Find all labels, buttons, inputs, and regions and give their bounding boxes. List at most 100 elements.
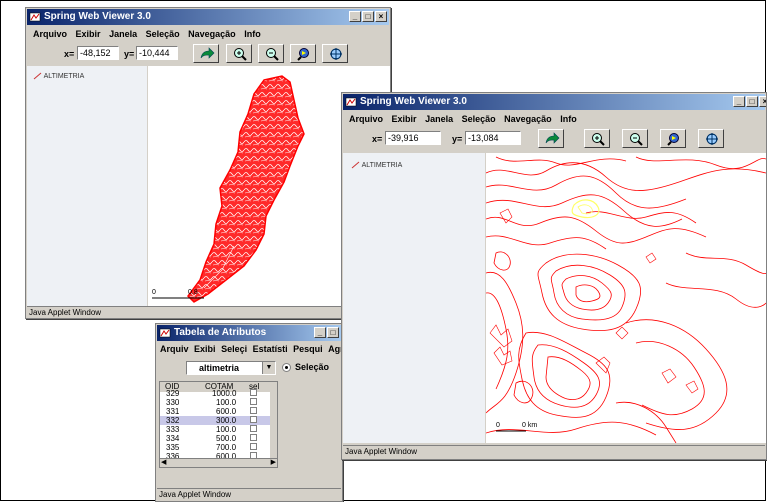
spring-viewer-window-2: Spring Web Viewer 3.0 _ □ × Arquivo Exib… [341,92,767,460]
cell-cotam: 100.0 [216,425,237,434]
maximize-button[interactable]: □ [362,11,374,22]
close-button[interactable]: × [759,96,766,107]
menu-selecao[interactable]: Seleçi [221,344,247,354]
fit-extent-button[interactable] [698,129,724,148]
cell-oid: 334 [166,434,180,443]
cell-cotam: 700.0 [216,443,237,452]
row-checkbox[interactable] [250,443,257,450]
menu-estatistica[interactable]: Estatísti [253,344,288,354]
pan-button[interactable] [290,44,316,63]
table-row-selected[interactable]: 332 300.0 [160,416,277,425]
title-bar[interactable]: Spring Web Viewer 3.0 _ □ × [343,94,766,110]
selected-contour [571,199,600,219]
cell-cotam: 300.0 [216,416,237,425]
row-checkbox[interactable] [250,434,257,441]
maximize-button[interactable]: □ [327,327,339,338]
cell-oid: 335 [166,443,180,452]
y-coordinate-field[interactable]: -13,084 [465,131,521,145]
go-button[interactable] [193,44,219,63]
menu-selecao[interactable]: Seleção [146,29,180,39]
cell-cotam: 500.0 [216,434,237,443]
title-bar[interactable]: Tabela de Atributos _ □ [157,325,341,341]
status-bar: Java Applet Window [157,488,341,501]
forward-arrow-icon [545,132,560,144]
zoom-out-icon [266,48,279,61]
row-checkbox[interactable] [250,425,257,432]
coordinate-toolbar: x= -39,916 y= -13,084 [342,128,766,150]
layer-item-altimetria[interactable]: ALTIMETRIA [33,72,84,80]
menu-bar: Arquivo Exibir Janela Seleção Navegação … [27,26,389,42]
maximize-button[interactable]: □ [746,96,758,107]
menu-exibir[interactable]: Exibir [392,114,417,124]
menu-janela[interactable]: Janela [425,114,453,124]
line-layer-icon [351,161,360,169]
table-row[interactable]: 335 700.0 [160,443,277,452]
cell-oid: 332 [166,416,180,425]
cell-oid: 331 [166,407,180,416]
table-row[interactable]: 331 600.0 [160,407,277,416]
zoom-out-button[interactable] [622,129,648,148]
selection-radio[interactable] [282,363,291,372]
menu-info[interactable]: Info [244,29,261,39]
menu-exibir[interactable]: Exibir [76,29,101,39]
coordinate-toolbar: x= -48,152 y= -10,444 [26,43,390,65]
scale-bar-zero: 0 [496,422,500,429]
pan-button[interactable] [660,129,686,148]
status-bar: Java Applet Window [27,306,389,318]
menu-pesquisa[interactable]: Pesqui [293,344,323,354]
menu-bar: Arquiv Exibi Seleçi Estatísti Pesqui Agr… [157,342,342,356]
close-button[interactable]: × [375,11,387,22]
spring-viewer-window-1: Spring Web Viewer 3.0 _ □ × Arquivo Exib… [25,7,391,319]
app-icon [345,97,357,107]
scroll-left-icon[interactable]: ◀ [161,458,166,466]
menu-exibir[interactable]: Exibi [194,344,216,354]
zoom-out-icon [630,133,643,146]
cell-cotam: 1000.0 [212,389,237,398]
minimize-button[interactable]: _ [349,11,361,22]
layer-item-altimetria[interactable]: ALTIMETRIA [351,161,402,169]
title-bar[interactable]: Spring Web Viewer 3.0 _ □ × [27,9,389,25]
row-checkbox[interactable] [250,407,257,414]
scroll-right-icon[interactable]: ▶ [271,458,276,466]
menu-navegacao[interactable]: Navegação [188,29,236,39]
x-coordinate-field[interactable]: -48,152 [77,46,119,60]
zoom-in-button[interactable] [226,44,252,63]
menu-arquivo[interactable]: Arquivo [33,29,67,39]
minimize-button[interactable]: _ [314,327,326,338]
table-row[interactable]: 333 100.0 [160,425,277,434]
zoom-in-button[interactable] [584,129,610,148]
menu-selecao[interactable]: Seleção [462,114,496,124]
row-checkbox[interactable] [250,389,257,396]
cell-cotam: 600.0 [216,407,237,416]
table-row[interactable]: 329 1000.0 [160,389,277,398]
layer-select[interactable]: altimetria ▼ [186,361,276,375]
menu-arquivo[interactable]: Arquivo [349,114,383,124]
table-row[interactable]: 334 500.0 [160,434,277,443]
row-checkbox[interactable] [250,398,257,405]
x-label: x= [372,134,383,144]
go-button[interactable] [538,129,564,148]
table-row[interactable]: 330 100.0 [160,398,277,407]
x-coordinate-field[interactable]: -39,916 [385,131,441,145]
app-icon [29,12,41,22]
horizontal-scrollbar[interactable]: ◀ ▶ [160,458,277,467]
row-checkbox[interactable] [250,416,257,423]
window-title: Spring Web Viewer 3.0 [360,96,467,107]
map-canvas[interactable]: 0 0 km [486,153,766,443]
pan-icon [667,133,679,146]
fit-extent-button[interactable] [322,44,348,63]
scale-bar-label: 0.8 [188,289,198,296]
menu-info[interactable]: Info [560,114,577,124]
menu-arquivo[interactable]: Arquiv [160,344,189,354]
menu-navegacao[interactable]: Navegação [504,114,552,124]
menu-janela[interactable]: Janela [109,29,137,39]
attribute-table: OID COTAM sel 329 1000.0 330 100.0 331 600.… [159,381,278,468]
minimize-button[interactable]: _ [733,96,745,107]
chevron-down-icon[interactable]: ▼ [262,362,275,374]
fit-extent-icon [706,133,718,145]
attribute-table-window: Tabela de Atributos _ □ Arquiv Exibi Sel… [155,323,343,502]
layers-panel: ALTIMETRIA [27,66,147,306]
zoom-out-button[interactable] [258,44,284,63]
y-coordinate-field[interactable]: -10,444 [136,46,178,60]
vertical-scrollbar[interactable] [270,392,277,459]
